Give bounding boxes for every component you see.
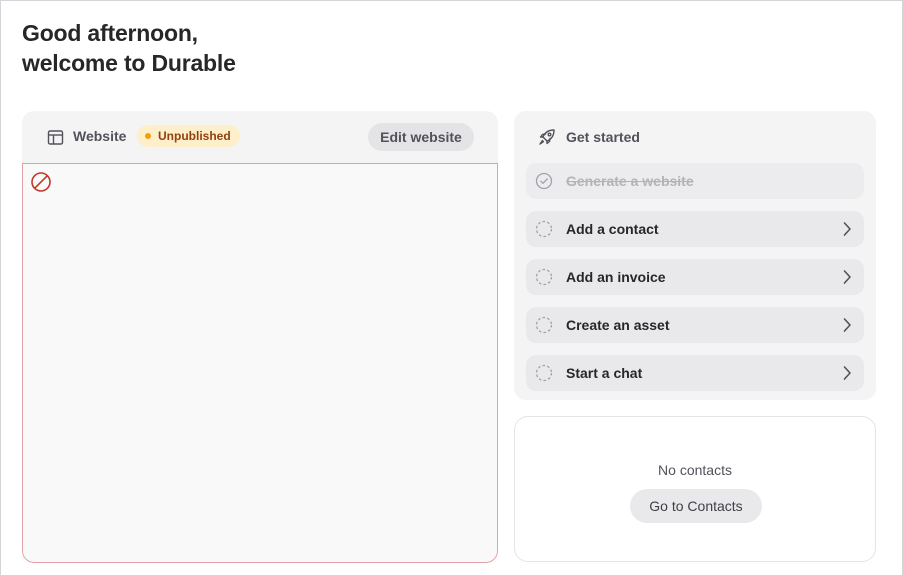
dashed-circle-icon xyxy=(535,316,553,334)
dashed-circle-icon xyxy=(535,220,553,238)
task-label: Start a chat xyxy=(566,365,643,381)
blocked-icon xyxy=(31,172,51,192)
status-badge: Unpublished xyxy=(137,125,240,147)
app-frame: Good afternoon, welcome to Durable Websi… xyxy=(0,0,903,576)
get-started-card: Get started Generate a website Add a con… xyxy=(514,111,876,400)
chevron-right-icon xyxy=(843,318,851,332)
task-add-invoice[interactable]: Add an invoice xyxy=(526,259,864,295)
dashed-circle-icon xyxy=(535,364,553,382)
contacts-card: No contacts Go to Contacts xyxy=(514,416,876,562)
website-card-header: Website Unpublished Edit website xyxy=(22,111,498,163)
task-label: Add a contact xyxy=(566,221,659,237)
empty-state-text: No contacts xyxy=(658,462,732,478)
go-to-contacts-button[interactable]: Go to Contacts xyxy=(630,489,762,523)
website-card: Website Unpublished Edit website xyxy=(22,111,498,563)
task-create-asset[interactable]: Create an asset xyxy=(526,307,864,343)
task-label: Generate a website xyxy=(566,173,694,189)
task-start-chat[interactable]: Start a chat xyxy=(526,355,864,391)
task-label: Add an invoice xyxy=(566,269,666,285)
page-title: Good afternoon, welcome to Durable xyxy=(22,18,236,78)
task-label: Create an asset xyxy=(566,317,670,333)
status-badge-label: Unpublished xyxy=(158,129,231,143)
status-dot xyxy=(145,133,151,139)
check-circle-icon xyxy=(535,172,553,190)
rocket-icon xyxy=(539,129,555,145)
layout-icon xyxy=(47,130,64,145)
website-title: Website xyxy=(73,128,127,144)
greeting-line-2: welcome to Durable xyxy=(22,50,236,76)
chevron-right-icon xyxy=(843,222,851,236)
task-add-contact[interactable]: Add a contact xyxy=(526,211,864,247)
greeting-line-1: Good afternoon, xyxy=(22,20,198,46)
get-started-title: Get started xyxy=(566,129,640,145)
task-generate-website: Generate a website xyxy=(526,163,864,199)
dashed-circle-icon xyxy=(535,268,553,286)
chevron-right-icon xyxy=(843,270,851,284)
website-preview[interactable] xyxy=(22,163,498,563)
edit-website-button[interactable]: Edit website xyxy=(368,123,474,151)
chevron-right-icon xyxy=(843,366,851,380)
